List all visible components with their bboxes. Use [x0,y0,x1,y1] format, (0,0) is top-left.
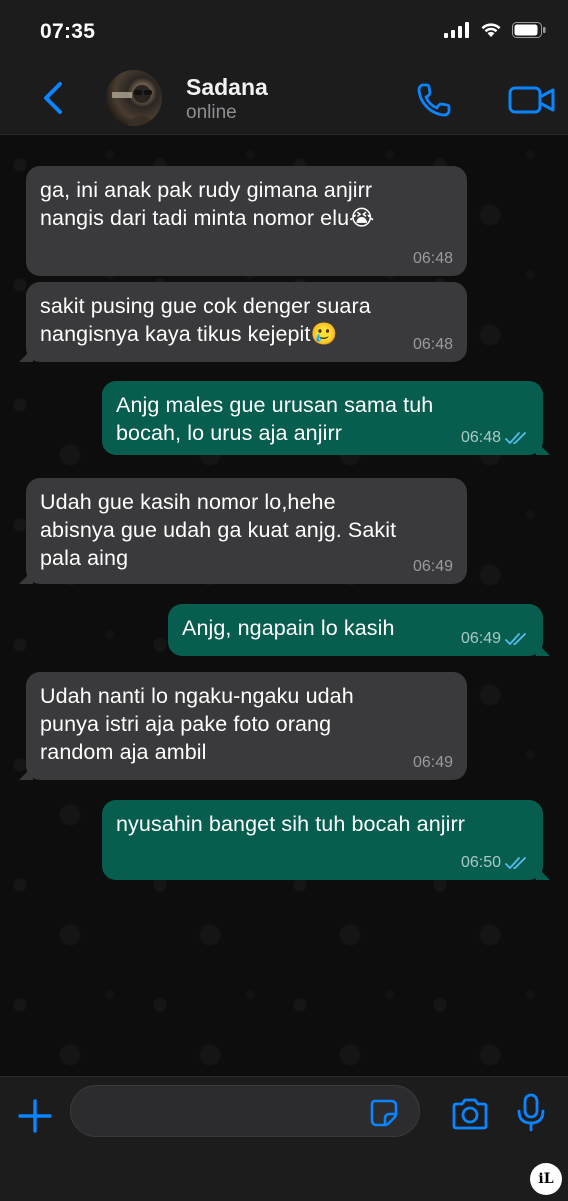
bubble-tail [536,866,550,880]
input-bar: iL [0,1076,568,1201]
message-incoming[interactable]: Udah nanti lo ngaku-ngaku udah punya ist… [19,672,467,780]
message-input[interactable] [70,1085,420,1137]
message-time: 06:50 [460,854,501,871]
camera-icon[interactable] [450,1097,490,1131]
wifi-icon [481,23,501,37]
message-text: Udah nanti lo ngaku-ngaku udah punya ist… [40,684,354,764]
bubble-tail [19,570,33,584]
plus-icon[interactable] [16,1097,54,1135]
microphone-icon[interactable] [516,1093,546,1133]
message-incoming[interactable]: sakit pusing gue cok denger suara nangis… [19,282,467,362]
back-chevron-icon[interactable] [36,78,72,118]
message-text: sakit pusing gue cok denger suara nangis… [40,294,371,346]
sticker-icon[interactable] [369,1098,399,1128]
message-meta: 06:49 [413,558,453,576]
message-time: 06:48 [460,429,501,446]
signal-icon [444,22,469,38]
message-text: nyusahin banget sih tuh bocah anjirr [116,812,466,836]
double-check-icon [505,633,526,646]
message-meta: 06:48 [461,429,529,447]
message-meta: 06:49 [461,630,529,648]
chat-area[interactable]: ga, ini anak pak rudy gimana anjirr nang… [0,135,568,1075]
double-check-icon [505,432,526,445]
bubble-tail [19,348,33,362]
status-icons [444,22,546,38]
message-outgoing[interactable]: nyusahin banget sih tuh bocah anjirr 06:… [102,800,550,880]
message-incoming[interactable]: Udah gue kasih nomor lo,hehe abisnya gue… [19,478,467,584]
message-outgoing[interactable]: Anjg, ngapain lo kasih 06:49 [168,604,550,656]
avatar[interactable] [106,70,162,126]
message-text: Udah gue kasih nomor lo,hehe abisnya gue… [40,490,397,570]
bubble-tail [19,766,33,780]
watermark-logo: iL [530,1163,562,1195]
message-text: ga, ini anak pak rudy gimana anjirr nang… [40,178,375,230]
avatar-photo [112,85,158,126]
battery-icon [512,22,546,38]
message-meta: 06:50 [461,854,529,872]
message-time: 06:49 [412,754,453,771]
message-meta: 06:48 [413,336,453,354]
status-time: 07:35 [40,20,96,43]
message-incoming[interactable]: ga, ini anak pak rudy gimana anjirr nang… [26,166,467,276]
message-time: 06:48 [412,336,453,353]
message-meta: 06:49 [413,754,453,772]
double-check-icon [505,857,526,870]
bubble-tail [536,642,550,656]
contact-name[interactable]: Sadana [186,74,268,101]
message-time: 06:48 [412,250,453,267]
phone-icon[interactable] [414,80,454,120]
contact-status: online [186,102,237,123]
message-meta: 06:48 [413,250,453,268]
chat-header: Sadana online [0,62,568,135]
message-time: 06:49 [460,630,501,647]
video-icon[interactable] [508,84,556,116]
message-outgoing[interactable]: Anjg males gue urusan sama tuh bocah, lo… [102,381,550,455]
bubble-tail [536,441,550,455]
status-bar: 07:35 [0,0,568,62]
message-time: 06:49 [412,558,453,575]
